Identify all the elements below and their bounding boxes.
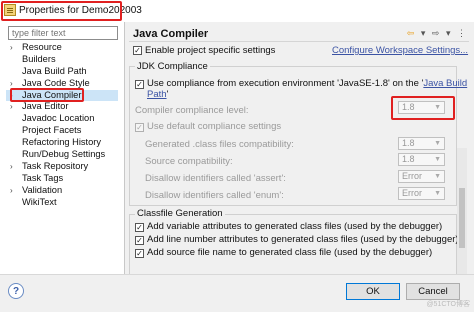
separator: [129, 41, 469, 42]
chevron-down-icon: ▼: [434, 140, 441, 147]
tree-item-validation[interactable]: › Validation: [6, 185, 118, 197]
tree-item-java-editor[interactable]: › Java Editor: [6, 101, 118, 113]
help-icon[interactable]: ?: [8, 283, 24, 299]
tree-item-task-repository[interactable]: › Task Repository: [6, 161, 118, 173]
main-panel: Java Compiler ⇦ ▾ ⇨ ▾ ⋮ ✓ Enable project…: [125, 22, 474, 276]
expand-arrow-icon[interactable]: ›: [10, 101, 13, 113]
highlight-java-compiler: [10, 88, 84, 102]
enable-specific-label: Enable project specific settings: [145, 45, 276, 56]
configure-workspace-link[interactable]: Configure Workspace Settings...: [332, 45, 468, 56]
classfile-title: Classfile Generation: [135, 208, 225, 219]
nav-buttons: ⇦ ▾ ⇨ ▾ ⋮: [407, 28, 468, 39]
highlight-title: [1, 1, 122, 21]
cancel-button[interactable]: Cancel: [406, 283, 460, 300]
enum-label: Disallow identifiers called 'enum':: [145, 190, 284, 201]
expand-arrow-icon[interactable]: ›: [10, 161, 13, 173]
compliance-level-label: Compiler compliance level:: [135, 105, 249, 116]
use-default-checkbox[interactable]: ✓: [135, 123, 144, 132]
chevron-down-icon: ▼: [434, 173, 441, 180]
page-title: Java Compiler: [133, 28, 209, 40]
forward-icon[interactable]: ⇨: [432, 28, 442, 38]
scrollbar-thumb[interactable]: [459, 188, 465, 248]
use-default-label: Use default compliance settings: [147, 121, 282, 132]
source-attr-label: Add source file name to generated class …: [147, 247, 433, 258]
enum-select[interactable]: Error ▼: [398, 187, 445, 200]
source-attr-checkbox[interactable]: ✓: [135, 249, 144, 258]
sidebar: ›Resource Builders Java Build Path ›Java…: [0, 22, 125, 274]
view-menu-icon[interactable]: ⋮: [457, 28, 468, 38]
watermark: @51CTO博客: [426, 301, 470, 308]
tree-item-wikitext[interactable]: WikiText: [6, 197, 118, 209]
chevron-down-icon: ▼: [434, 156, 441, 163]
property-tree: › Resource Builders Java Build Path › Java…: [6, 42, 118, 208]
generated-label: Generated .class files compatibility:: [145, 139, 294, 150]
use-compliance-label-cont: Path': [147, 89, 169, 100]
filter-input[interactable]: [8, 26, 118, 40]
line-attr-checkbox[interactable]: ✓: [135, 236, 144, 245]
source-label: Source compatibility:: [145, 156, 233, 167]
use-compliance-checkbox[interactable]: ✓: [135, 80, 144, 89]
tree-item-javadoc-location[interactable]: Javadoc Location: [6, 113, 118, 125]
tree-item-task-tags[interactable]: Task Tags: [6, 173, 118, 185]
tree-item-builders[interactable]: Builders: [6, 54, 118, 66]
enable-specific-checkbox[interactable]: ✓: [133, 46, 142, 55]
assert-select[interactable]: Error ▼: [398, 170, 445, 183]
line-attr-label: Add line number attributes to generated …: [147, 234, 459, 245]
back-menu-icon[interactable]: ▾: [421, 28, 428, 38]
tree-item-refactoring-history[interactable]: Refactoring History: [6, 137, 118, 149]
ok-button[interactable]: OK: [346, 283, 400, 300]
tree-item-project-facets[interactable]: Project Facets: [6, 125, 118, 137]
tree-item-resource[interactable]: › Resource: [6, 42, 118, 54]
expand-arrow-icon[interactable]: ›: [10, 185, 13, 197]
tree-item-run-debug-settings[interactable]: Run/Debug Settings: [6, 149, 118, 161]
var-attr-label: Add variable attributes to generated cla…: [147, 221, 443, 232]
forward-menu-icon[interactable]: ▾: [446, 28, 453, 38]
java-build-path-link-cont[interactable]: Path: [147, 89, 167, 100]
use-compliance-label: Use compliance from execution environmen…: [147, 78, 468, 89]
jdk-compliance-title: JDK Compliance: [135, 61, 210, 72]
button-bar: ? OK Cancel @51CTO博客: [0, 274, 474, 312]
var-attr-checkbox[interactable]: ✓: [135, 223, 144, 232]
assert-label: Disallow identifiers called 'assert':: [145, 173, 286, 184]
chevron-down-icon: ▼: [434, 190, 441, 197]
source-select[interactable]: 1.8 ▼: [398, 153, 445, 166]
tree-item-java-build-path[interactable]: Java Build Path: [6, 66, 118, 78]
back-icon[interactable]: ⇦: [407, 28, 417, 38]
expand-arrow-icon[interactable]: ›: [10, 42, 13, 54]
java-build-path-link[interactable]: Java Build: [423, 78, 467, 89]
highlight-compliance-level: [391, 96, 455, 120]
vertical-scrollbar[interactable]: [457, 148, 467, 274]
generated-select[interactable]: 1.8 ▼: [398, 137, 445, 150]
